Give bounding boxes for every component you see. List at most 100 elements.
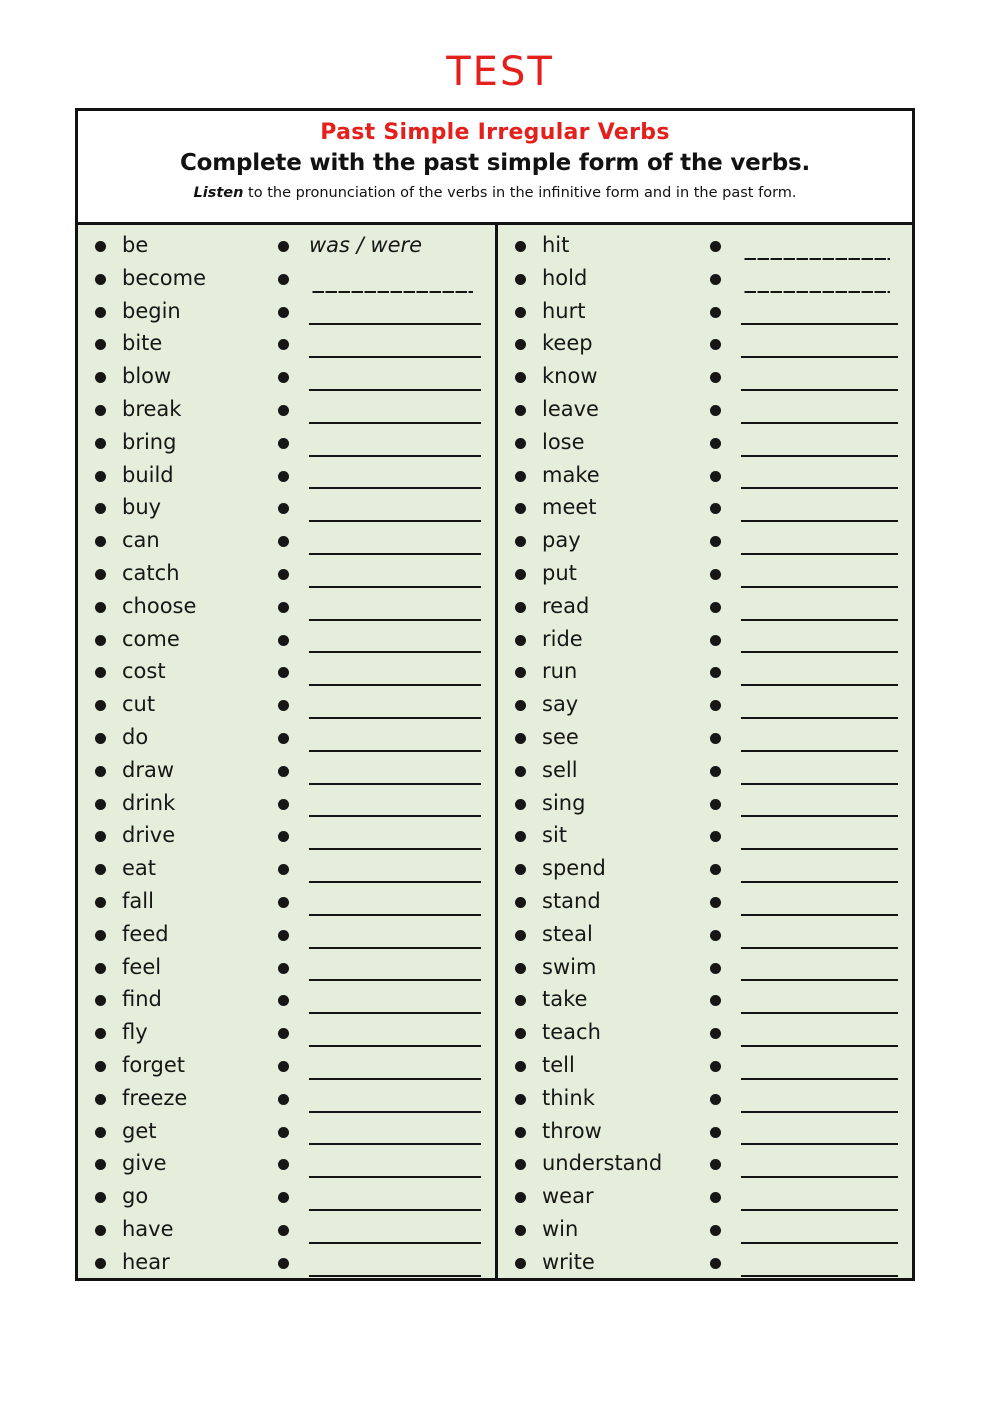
past-form-answer-field[interactable] xyxy=(305,495,485,528)
past-form-answer-field[interactable] xyxy=(737,1184,902,1217)
past-form-answer-field[interactable] xyxy=(737,856,902,889)
past-form-answer-field[interactable] xyxy=(737,659,902,692)
bullet-icon xyxy=(515,372,526,384)
past-form-answer-field[interactable] xyxy=(305,1086,485,1119)
past-form-answer-field[interactable] xyxy=(737,1250,902,1283)
past-form-answer-field[interactable] xyxy=(737,299,902,332)
past-form-answer-field[interactable] xyxy=(737,758,902,791)
past-form-answer-field[interactable] xyxy=(737,692,902,725)
past-form-answer-field[interactable] xyxy=(305,823,485,856)
past-form-answer-field[interactable] xyxy=(305,299,485,332)
bullet-icon xyxy=(278,864,289,876)
bullet-icon xyxy=(710,864,721,876)
past-form-answer-field[interactable] xyxy=(305,922,485,955)
past-form-answer-field[interactable] xyxy=(737,233,902,266)
past-form-answer-field[interactable] xyxy=(305,266,485,299)
past-form-answer-field[interactable] xyxy=(305,856,485,889)
past-form-answer-field[interactable] xyxy=(305,1184,485,1217)
past-form-answer-field[interactable]: was / were xyxy=(305,233,485,266)
past-form-answer-field[interactable] xyxy=(737,1086,902,1119)
bullet-icon xyxy=(515,896,526,908)
infinitive-verb-label: write xyxy=(542,1249,595,1274)
answer-writing-line xyxy=(741,946,898,949)
verb-row: write xyxy=(498,1250,912,1283)
bullet-icon xyxy=(710,1126,721,1138)
past-form-answer-field[interactable] xyxy=(305,364,485,397)
past-form-answer-field[interactable] xyxy=(737,987,902,1020)
verb-row: hurt xyxy=(498,299,912,332)
bullet-icon xyxy=(95,241,106,252)
past-form-answer-field[interactable] xyxy=(305,725,485,758)
past-form-answer-field[interactable] xyxy=(737,1053,902,1086)
bullet-icon xyxy=(95,273,106,285)
verb-row: put xyxy=(498,561,912,594)
past-form-answer-field[interactable] xyxy=(305,1020,485,1053)
verb-row: tell xyxy=(498,1053,912,1086)
past-form-answer-field[interactable] xyxy=(305,397,485,430)
past-form-answer-field[interactable] xyxy=(737,1119,902,1152)
bullet-icon xyxy=(95,1257,106,1269)
past-form-answer-field[interactable] xyxy=(737,430,902,463)
past-form-answer-field[interactable] xyxy=(737,331,902,364)
past-form-answer-field[interactable] xyxy=(737,823,902,856)
answer-writing-line xyxy=(741,487,898,490)
bullet-icon xyxy=(710,404,721,416)
past-form-answer-field[interactable] xyxy=(737,397,902,430)
past-form-answer-field[interactable] xyxy=(305,627,485,660)
bullet-icon xyxy=(515,765,526,777)
past-form-answer-field[interactable] xyxy=(305,791,485,824)
past-form-answer-field[interactable] xyxy=(305,594,485,627)
verb-row: spend xyxy=(498,856,912,889)
infinitive-verb-label: be xyxy=(122,233,149,257)
bullet-icon xyxy=(710,241,721,252)
verb-row: run xyxy=(498,659,912,692)
past-form-answer-field[interactable] xyxy=(737,1217,902,1250)
past-form-answer-field[interactable] xyxy=(305,1119,485,1152)
past-form-answer-field[interactable] xyxy=(305,331,485,364)
bullet-icon xyxy=(515,437,526,449)
past-form-answer-field[interactable] xyxy=(305,692,485,725)
past-form-answer-field[interactable] xyxy=(737,1020,902,1053)
verb-row: cost xyxy=(78,659,495,692)
bullet-icon xyxy=(710,732,721,744)
past-form-answer-field[interactable] xyxy=(737,955,902,988)
past-form-answer-field[interactable] xyxy=(737,561,902,594)
past-form-answer-field[interactable] xyxy=(305,987,485,1020)
past-form-answer-field[interactable] xyxy=(305,659,485,692)
past-form-answer-field[interactable] xyxy=(305,1250,485,1283)
bullet-icon xyxy=(710,470,721,482)
past-form-answer-field[interactable] xyxy=(737,922,902,955)
past-form-answer-field[interactable] xyxy=(737,791,902,824)
past-form-answer-field[interactable] xyxy=(737,463,902,496)
past-form-answer-field[interactable] xyxy=(737,364,902,397)
bullet-icon xyxy=(710,700,721,712)
bullet-icon xyxy=(515,1126,526,1138)
answer-writing-line xyxy=(309,618,481,621)
past-form-answer-field[interactable] xyxy=(305,430,485,463)
bullet-icon xyxy=(278,306,289,318)
past-form-answer-field[interactable] xyxy=(737,627,902,660)
past-form-answer-field[interactable] xyxy=(305,1151,485,1184)
past-form-answer-field[interactable] xyxy=(305,463,485,496)
infinitive-verb-label: do xyxy=(122,724,149,749)
infinitive-verb-label: cut xyxy=(122,692,156,717)
past-form-answer-field[interactable] xyxy=(305,561,485,594)
bullet-icon xyxy=(710,798,721,810)
past-form-answer-field[interactable] xyxy=(305,889,485,922)
past-form-answer-field[interactable] xyxy=(737,725,902,758)
past-form-answer-field[interactable] xyxy=(305,955,485,988)
past-form-answer-text: was / were xyxy=(309,233,423,257)
infinitive-verb-label: go xyxy=(122,1184,149,1209)
past-form-answer-field[interactable] xyxy=(305,758,485,791)
past-form-answer-field[interactable] xyxy=(305,1053,485,1086)
past-form-answer-field[interactable] xyxy=(305,528,485,561)
past-form-answer-field[interactable] xyxy=(737,266,902,299)
past-form-answer-field[interactable] xyxy=(737,495,902,528)
past-form-answer-field[interactable] xyxy=(737,594,902,627)
past-form-answer-field[interactable] xyxy=(737,1151,902,1184)
past-form-answer-field[interactable] xyxy=(737,528,902,561)
past-form-answer-field[interactable] xyxy=(737,889,902,922)
verb-row: hold xyxy=(498,266,912,299)
answer-writing-line xyxy=(741,520,898,523)
past-form-answer-field[interactable] xyxy=(305,1217,485,1250)
